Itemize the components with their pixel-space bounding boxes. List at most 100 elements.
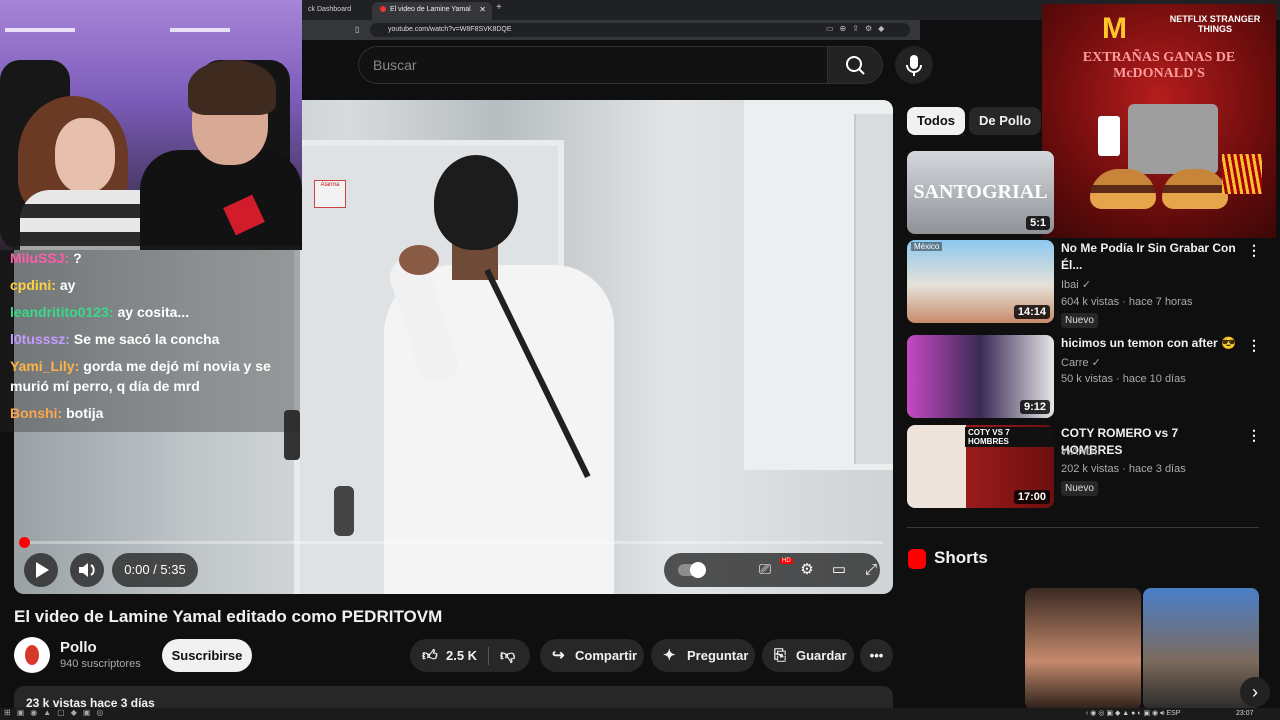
theater-mode-icon[interactable]: ▭ <box>822 553 856 587</box>
chat-message: MiluSSJ:? <box>10 248 290 268</box>
tab-dashboard[interactable]: ck Dashboard <box>300 2 368 20</box>
chat-text: ? <box>73 250 82 266</box>
video-channel[interactable]: WANDII <box>1061 446 1100 458</box>
youtube-favicon-icon <box>380 6 386 13</box>
microphone-icon <box>906 55 922 76</box>
new-badge: Nuevo <box>1061 481 1098 496</box>
shorts-icon <box>908 549 926 569</box>
autoplay-toggle[interactable] <box>678 562 706 578</box>
channel-text: Carre <box>1061 357 1089 369</box>
chat-username[interactable]: Bonshi: <box>10 405 62 421</box>
more-actions-button[interactable]: ••• <box>860 639 893 672</box>
tab-title: ck Dashboard <box>308 6 352 13</box>
chat-message: leandritito0123: ay cosita... <box>10 302 290 322</box>
fullscreen-icon[interactable]: ⤢ <box>854 553 888 587</box>
url-text: youtube.com/watch?v=W8F8SVK8DQE <box>388 26 512 33</box>
video-thumbnail[interactable]: SANTOGRIAL 5:1 <box>907 151 1054 234</box>
play-icon <box>36 562 49 578</box>
video-menu-icon[interactable]: ⋮ <box>1247 337 1261 354</box>
video-thumbnail[interactable]: COTY VS 7 HOMBRES 17:00 <box>907 425 1054 508</box>
thumbnail-text: SANTOGRIAL <box>913 181 1048 203</box>
voice-search-button[interactable] <box>895 46 933 84</box>
video-channel[interactable]: Carre ✓ <box>1061 356 1101 369</box>
video-title[interactable]: hicimos un temon con after 😎 <box>1061 335 1241 352</box>
recommended-video[interactable]: 9:12 hicimos un temon con after 😎 Carre … <box>907 335 1261 419</box>
time-display: 0:00 / 5:35 <box>112 553 198 587</box>
shelf <box>5 28 75 32</box>
drink-cup <box>1098 116 1120 156</box>
video-menu-icon[interactable]: ⋮ <box>1247 427 1261 444</box>
search-icon <box>846 56 865 75</box>
play-button[interactable] <box>24 553 58 587</box>
short-thumbnail[interactable] <box>907 588 1023 710</box>
video-thumbnail[interactable]: 9:12 <box>907 335 1054 418</box>
progress-bar[interactable] <box>24 541 883 544</box>
video-meta: 604 k vistas · hace 7 horas <box>1061 296 1193 308</box>
subtitles-icon[interactable]: ⎚ <box>748 553 782 587</box>
subscriber-count: 940 suscriptores <box>60 658 141 670</box>
tab-active-video[interactable]: El video de Lamine Yamal edita✕ <box>372 2 492 29</box>
system-tray[interactable]: ‹ ◉ ◎ ▣ ◆ ▲ ● ◐ ▣ ◉ 🔊︎ ESP <box>1086 708 1180 720</box>
chat-username[interactable]: l0tusssz: <box>10 331 70 347</box>
progress-scrubber[interactable] <box>19 537 30 548</box>
chat-username[interactable]: MiluSSJ: <box>10 250 69 266</box>
channel-name[interactable]: Pollo <box>60 639 97 656</box>
chip-todos[interactable]: Todos <box>907 107 966 135</box>
streamer-hair <box>188 60 276 115</box>
chat-username[interactable]: Yami_Lily: <box>10 358 79 374</box>
recommended-video[interactable]: COTY VS 7 HOMBRES 17:00 COTY ROMERO vs 7… <box>907 425 1261 509</box>
alarm-sign-text: Alarma <box>320 182 340 188</box>
person-head <box>434 155 518 250</box>
address-bar-icons[interactable]: ▭⊕⇪⚙◆ <box>826 24 890 33</box>
taskbar-app-icons[interactable]: ⊞▣◉▲▢◆▣◎ <box>4 708 109 717</box>
close-tab-icon[interactable]: ✕ <box>479 2 486 18</box>
like-count[interactable]: 2.5 K <box>446 639 477 672</box>
share-button[interactable]: ↪ Compartir <box>540 639 644 672</box>
recommended-video[interactable]: México 14:14 No Me Podía Ir Sin Grabar C… <box>907 240 1261 328</box>
chat-username[interactable]: cpdini: <box>10 277 56 293</box>
video-duration: 14:14 <box>1013 305 1050 319</box>
share-label: Compartir <box>575 648 638 663</box>
ask-label: Preguntar <box>687 648 749 663</box>
chat-username[interactable]: leandritito0123: <box>10 304 113 320</box>
chat-message: cpdini: ay <box>10 275 290 295</box>
chat-text: botija <box>66 405 104 421</box>
chat-message: l0tusssz: Se me sacó la concha <box>10 329 290 349</box>
time-text: 0:00 / 5:35 <box>124 562 186 577</box>
streamer-shirt <box>140 150 302 250</box>
video-title[interactable]: No Me Podía Ir Sin Grabar Con Él... <box>1061 240 1241 274</box>
search-input[interactable]: Buscar <box>358 46 828 84</box>
subscribe-button[interactable]: Suscribirse <box>162 639 252 672</box>
settings-gear-icon[interactable]: ⚙ <box>790 553 824 587</box>
toggle-knob <box>690 562 706 578</box>
search-button[interactable] <box>827 46 883 84</box>
short-thumbnail[interactable] <box>1025 588 1141 710</box>
thumbs-up-icon[interactable]: 👍︎ <box>422 639 438 672</box>
thumbs-down-icon[interactable]: 👎︎ <box>500 639 515 672</box>
bookmark-icon[interactable]: ▯ <box>355 25 359 34</box>
screen: { "browser": { "tabs": [ {"title": "ck D… <box>0 0 1280 720</box>
chat-message: Yami_Lily: gorda me dejó mí novia y se mu… <box>10 356 290 396</box>
thumbnail-text: México <box>911 242 943 251</box>
bookmark-icon: ⎘ <box>774 647 787 664</box>
video-menu-icon[interactable]: ⋮ <box>1247 242 1261 259</box>
channel-avatar[interactable] <box>14 637 50 673</box>
ad-headline: EXTRAÑAS GANAS DE McDONALD'S <box>1082 50 1236 81</box>
more-horizontal-icon: ••• <box>869 648 884 663</box>
video-duration: 5:1 <box>1026 216 1050 230</box>
save-button[interactable]: ⎘ Guardar <box>762 639 854 672</box>
language-indicator: ESP <box>1166 710 1181 717</box>
alarm-sign: Alarma <box>314 180 346 208</box>
video-thumbnail[interactable]: México 14:14 <box>907 240 1054 323</box>
shorts-next-arrow-icon[interactable]: › <box>1240 677 1270 707</box>
sparkle-icon: ✦ <box>663 647 676 664</box>
new-badge: Nuevo <box>1061 313 1098 328</box>
video-channel[interactable]: Ibai ✓ <box>1061 278 1091 291</box>
video-title: El video de Lamine Yamal editado como PE… <box>14 607 443 626</box>
chip-de-pollo[interactable]: De Pollo <box>969 107 1042 135</box>
new-tab-icon[interactable]: + <box>496 2 502 13</box>
video-duration: 9:12 <box>1019 400 1050 414</box>
ask-button[interactable]: ✦ Preguntar <box>651 639 755 672</box>
recommended-video[interactable]: SANTOGRIAL 5:1 <box>907 151 1255 235</box>
volume-button[interactable] <box>70 553 104 587</box>
